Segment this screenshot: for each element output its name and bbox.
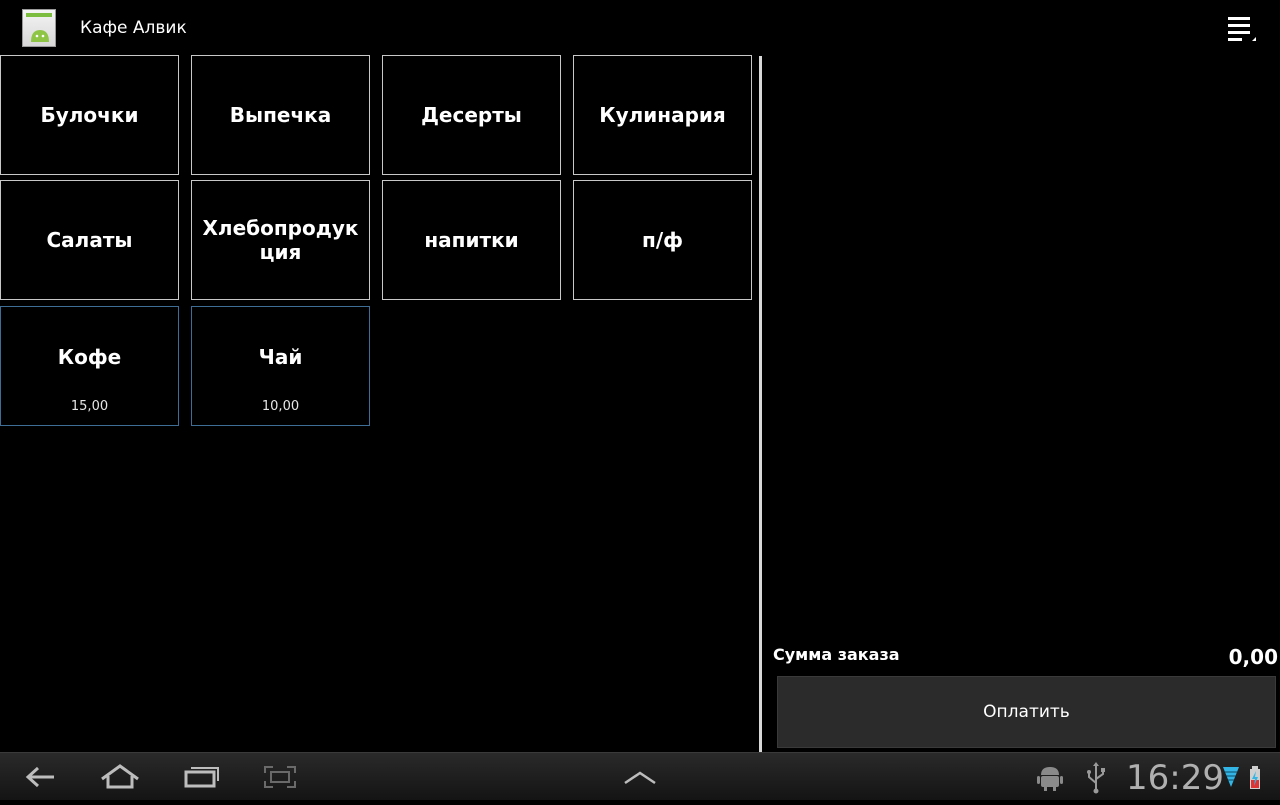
category-label: напитки [424, 228, 519, 252]
category-tile-khleboproduktsiya[interactable]: Хлебопродукция [191, 180, 370, 300]
overflow-menu-icon [1228, 17, 1256, 41]
home-icon [101, 764, 139, 789]
category-tile-bulochki[interactable]: Булочки [0, 55, 179, 175]
screenshot-button[interactable] [262, 753, 298, 801]
category-label: Кулинария [599, 103, 726, 127]
overflow-menu-button[interactable] [1222, 12, 1262, 44]
wifi-indicator [1222, 753, 1240, 801]
app-title: Кафе Алвик [80, 18, 187, 38]
product-tile-chai[interactable]: Чай 10,00 [191, 306, 370, 426]
order-sum-value: 0,00 [1228, 645, 1278, 669]
pay-button-label: Оплатить [983, 702, 1070, 722]
category-tile-deserty[interactable]: Десерты [382, 55, 561, 175]
category-label: Булочки [40, 103, 139, 127]
category-tile-napitki[interactable]: напитки [382, 180, 561, 300]
system-bar: 16:29 [0, 752, 1280, 800]
usb-indicator [1085, 753, 1107, 801]
product-label: Чай [258, 345, 303, 369]
category-tile-salaty[interactable]: Салаты [0, 180, 179, 300]
recent-apps-icon [184, 767, 219, 788]
action-bar: Кафе Алвик [0, 0, 1280, 56]
battery-charging-icon [1250, 766, 1260, 789]
screenshot-icon [264, 766, 296, 788]
category-tile-vypechka[interactable]: Выпечка [191, 55, 370, 175]
battery-indicator [1248, 753, 1262, 801]
home-button[interactable] [98, 753, 142, 801]
product-price: 15,00 [70, 399, 109, 414]
chevron-up-icon [624, 771, 656, 785]
category-label: п/ф [642, 228, 683, 252]
category-label: Десерты [421, 103, 522, 127]
product-label: Кофе [57, 345, 122, 369]
show-more-button[interactable] [622, 753, 658, 801]
android-debug-icon [1037, 767, 1063, 791]
back-icon [25, 766, 54, 788]
recent-apps-button[interactable] [182, 753, 222, 801]
usb-icon [1087, 762, 1105, 794]
wifi-icon [1223, 767, 1239, 787]
product-tile-kofe[interactable]: Кофе 15,00 [0, 306, 179, 426]
status-clock: 16:29 [1126, 758, 1224, 798]
category-label: Хлебопродукция [202, 216, 359, 264]
category-label: Выпечка [229, 103, 332, 127]
product-price: 10,00 [261, 399, 300, 414]
app-icon[interactable] [22, 9, 56, 47]
category-label: Салаты [46, 228, 133, 252]
panel-divider [759, 56, 762, 752]
android-debug-indicator [1037, 753, 1063, 801]
order-sum-label: Сумма заказа [773, 645, 900, 664]
pay-button[interactable]: Оплатить [777, 676, 1276, 748]
category-tile-kulinariya[interactable]: Кулинария [573, 55, 752, 175]
back-button[interactable] [20, 753, 60, 801]
category-tile-pf[interactable]: п/ф [573, 180, 752, 300]
